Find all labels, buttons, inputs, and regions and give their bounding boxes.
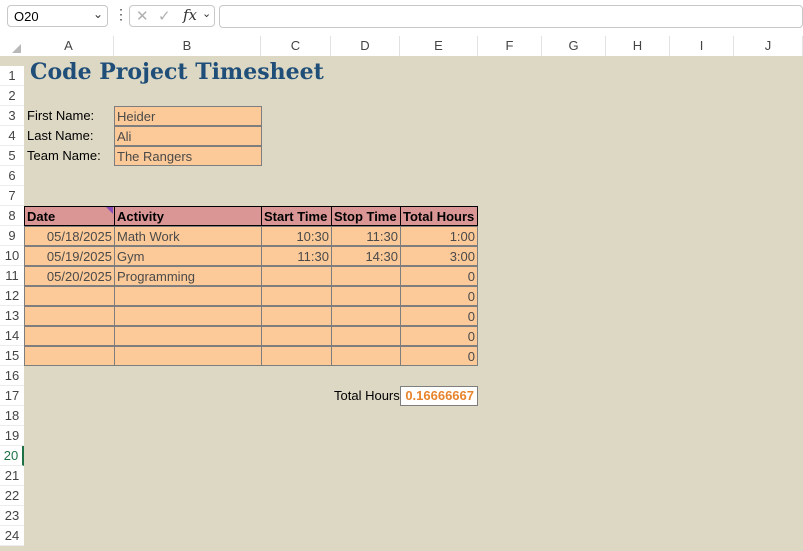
row-header[interactable]: 23 [0, 506, 24, 526]
table-cell-start[interactable] [261, 326, 332, 346]
table-cell-activity[interactable]: Gym [114, 246, 262, 266]
enter-icon[interactable]: ✓ [158, 7, 171, 25]
table-cell-stop[interactable]: 11:30 [331, 226, 401, 246]
row-header[interactable]: 11 [0, 266, 24, 286]
table-cell-stop[interactable] [331, 306, 401, 326]
table-cell-start[interactable]: 11:30 [261, 246, 332, 266]
table-cell-date[interactable] [24, 326, 115, 346]
row-header[interactable]: 5 [0, 146, 24, 166]
total-hours-label[interactable]: Total Hours [334, 386, 400, 406]
row-header[interactable]: 24 [0, 526, 24, 546]
table-cell-activity[interactable]: Programming [114, 266, 262, 286]
table-header-activity[interactable]: Activity [114, 206, 262, 226]
first-name-cell[interactable]: Heider [114, 106, 262, 126]
column-header-b[interactable]: B [114, 36, 261, 56]
table-cell-total[interactable]: 0 [400, 266, 478, 286]
table-header-total-hours[interactable]: Total Hours [400, 206, 478, 226]
column-header-e[interactable]: E [400, 36, 478, 56]
table-cell-activity[interactable] [114, 326, 262, 346]
row-header[interactable]: 1 [0, 66, 24, 86]
table-cell-total[interactable]: 0 [400, 286, 478, 306]
table-cell-start[interactable]: 10:30 [261, 226, 332, 246]
table-cell-activity[interactable] [114, 346, 262, 366]
row-header[interactable]: 8 [0, 206, 24, 226]
table-header-stop-time[interactable]: Stop Time [331, 206, 401, 226]
table-cell-date[interactable] [24, 346, 115, 366]
table-cell-date[interactable] [24, 306, 115, 326]
table-cell-total[interactable]: 1:00 [400, 226, 478, 246]
team-name-cell[interactable]: The Rangers [114, 146, 262, 166]
cancel-icon[interactable]: ✕ [136, 7, 149, 25]
table-cell-activity[interactable] [114, 306, 262, 326]
name-box[interactable]: O20 ⌄ [7, 5, 108, 27]
table-cell-activity[interactable] [114, 286, 262, 306]
table-cell-total[interactable]: 0 [400, 306, 478, 326]
column-header-d[interactable]: D [331, 36, 400, 56]
table-header-date[interactable]: Date [24, 206, 115, 226]
table-header-start-time[interactable]: Start Time [261, 206, 332, 226]
first-name-label[interactable]: First Name: [27, 106, 94, 126]
sheet-title[interactable]: Code Project Timesheet [30, 57, 324, 87]
row-header[interactable]: 19 [0, 426, 24, 446]
table-cell-stop[interactable]: 14:30 [331, 246, 401, 266]
row-header[interactable]: 14 [0, 326, 24, 346]
team-name-label[interactable]: Team Name: [27, 146, 101, 166]
column-header-f[interactable]: F [478, 36, 542, 56]
formula-input[interactable] [219, 5, 803, 28]
row-header[interactable]: 2 [0, 86, 24, 106]
table-cell-stop[interactable] [331, 346, 401, 366]
table-cell-stop[interactable] [331, 266, 401, 286]
chevron-down-icon[interactable]: ⌄ [202, 7, 211, 20]
row-header[interactable]: 18 [0, 406, 24, 426]
chevron-down-icon[interactable]: ⌄ [93, 7, 103, 21]
table-cell-activity[interactable]: Math Work [114, 226, 262, 246]
row-header[interactable]: 10 [0, 246, 24, 266]
row-header[interactable]: 13 [0, 306, 24, 326]
formula-bar: O20 ⌄ ⋮ ✕ ✓ fx ⌄ [0, 0, 803, 36]
column-header-h[interactable]: H [606, 36, 670, 56]
table-cell-start[interactable] [261, 346, 332, 366]
row-header[interactable]: 3 [0, 106, 24, 126]
table-cell-stop[interactable] [331, 326, 401, 346]
row-header[interactable]: 4 [0, 126, 24, 146]
row-header[interactable]: 15 [0, 346, 24, 366]
row-header[interactable]: 21 [0, 466, 24, 486]
row-header[interactable]: 9 [0, 226, 24, 246]
row-header[interactable]: 17 [0, 386, 24, 406]
table-cell-date[interactable]: 05/19/2025 [24, 246, 115, 266]
comment-indicator-icon[interactable] [106, 207, 113, 214]
column-header-c[interactable]: C [261, 36, 331, 56]
row-header-selected[interactable]: 20 [0, 446, 24, 466]
more-options-icon[interactable]: ⋮ [114, 7, 128, 21]
table-cell-total[interactable]: 3:00 [400, 246, 478, 266]
column-header-g[interactable]: G [542, 36, 606, 56]
row-header[interactable]: 7 [0, 186, 24, 206]
table-cell-start[interactable] [261, 266, 332, 286]
table-cell-total[interactable]: 0 [400, 326, 478, 346]
column-header-j[interactable]: J [734, 36, 803, 56]
name-box-value: O20 [14, 9, 39, 24]
row-header[interactable]: 6 [0, 166, 24, 186]
table-cell-start[interactable] [261, 286, 332, 306]
table-cell-stop[interactable] [331, 286, 401, 306]
table-cell-total[interactable]: 0 [400, 346, 478, 366]
row-header[interactable]: 22 [0, 486, 24, 506]
column-header-i[interactable]: I [670, 36, 734, 56]
insert-function-icon[interactable]: fx [183, 6, 197, 24]
table-cell-start[interactable] [261, 306, 332, 326]
formula-controls: ✕ ✓ fx ⌄ [129, 5, 215, 27]
last-name-label[interactable]: Last Name: [27, 126, 93, 146]
worksheet-grid[interactable]: A B C D E F G H I J 1 2 3 4 5 6 7 8 9 10… [0, 36, 803, 551]
table-cell-date[interactable]: 05/18/2025 [24, 226, 115, 246]
select-all-icon [12, 44, 21, 53]
table-cell-date[interactable] [24, 286, 115, 306]
column-header-a[interactable]: A [24, 36, 114, 56]
row-header[interactable]: 12 [0, 286, 24, 306]
table-cell-date[interactable]: 05/20/2025 [24, 266, 115, 286]
select-all-button[interactable] [0, 36, 24, 56]
total-hours-value[interactable]: 0.16666667 [400, 386, 478, 406]
row-header[interactable]: 16 [0, 366, 24, 386]
last-name-cell[interactable]: Ali [114, 126, 262, 146]
